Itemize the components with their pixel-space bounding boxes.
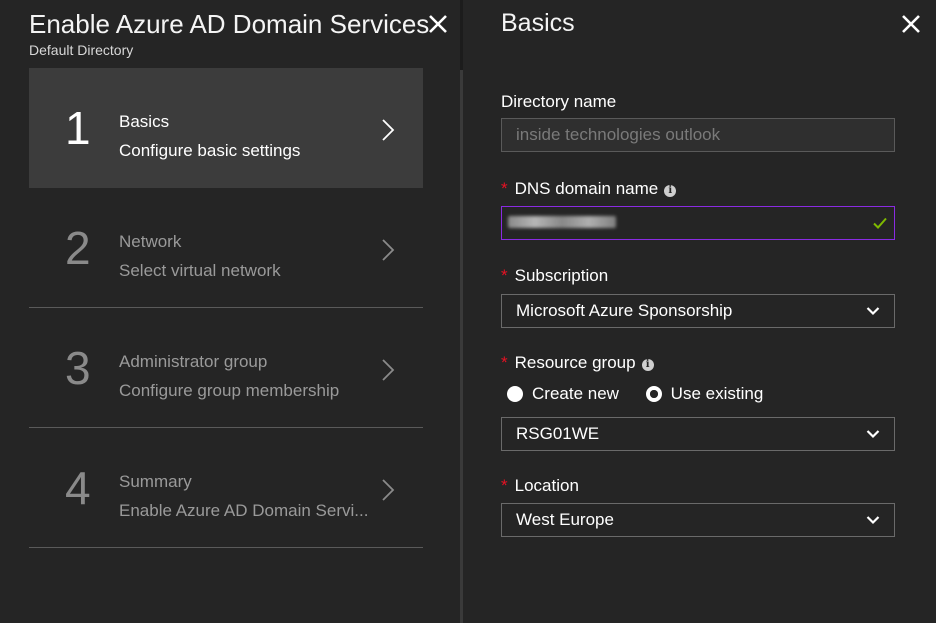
step-network[interactable]: 2 Network Select virtual network [29,188,423,308]
blade-subtitle: Default Directory [29,42,134,58]
chevron-down-icon [866,307,880,316]
required-marker: * [501,353,508,372]
dns-domain-name-label-text: DNS domain name [514,179,659,198]
step-divider [29,547,423,548]
redacted-value [508,216,616,228]
step-title: Administrator group [119,352,268,371]
info-icon[interactable]: i [664,185,677,197]
chevron-down-icon [866,516,880,525]
location-value: West Europe [516,510,614,529]
blade-title: Basics [501,9,575,37]
step-number: 1 [65,102,91,154]
chevron-down-icon [866,430,880,439]
directory-name-field: inside technologies outlook [501,118,895,152]
subscription-value: Microsoft Azure Sponsorship [516,301,733,320]
checkmark-icon [873,217,887,229]
resource-group-label: * Resource group i [501,353,654,373]
subscription-select[interactable]: Microsoft Azure Sponsorship [501,294,895,328]
info-icon[interactable]: i [641,359,654,371]
dns-domain-name-input[interactable] [501,206,895,240]
resource-group-label-text: Resource group [514,353,636,372]
close-icon[interactable] [899,12,923,36]
chevron-right-icon [381,478,395,502]
close-icon[interactable] [426,12,450,36]
radio-button[interactable] [507,386,523,402]
chevron-right-icon [381,118,395,142]
resource-group-mode: Create new Use existing [507,384,785,410]
wizard-blade: Enable Azure AD Domain Services Default … [0,0,460,623]
wizard-steps: 1 Basics Configure basic settings 2 Netw… [29,68,423,548]
step-title: Network [119,232,182,251]
step-description: Enable Azure AD Domain Servi... [119,501,369,520]
step-number: 3 [65,342,91,394]
step-administrator-group[interactable]: 3 Administrator group Configure group me… [29,308,423,428]
subscription-label-text: Subscription [514,266,609,285]
radio-use-existing[interactable]: Use existing [645,384,764,404]
radio-label: Create new [532,384,619,403]
step-description: Configure basic settings [119,141,301,160]
blade-title: Enable Azure AD Domain Services [29,9,430,39]
step-description: Select virtual network [119,261,281,280]
radio-create-new[interactable]: Create new [507,384,619,404]
radio-button-selected[interactable] [645,386,662,402]
radio-label: Use existing [670,384,764,403]
chevron-right-icon [381,358,395,382]
step-summary[interactable]: 4 Summary Enable Azure AD Domain Servi..… [29,428,423,548]
required-marker: * [501,476,508,495]
subscription-label: * Subscription [501,266,608,286]
step-number: 2 [65,222,91,274]
basics-blade: Basics Directory name inside technologie… [463,0,936,623]
resource-group-value: RSG01WE [516,424,600,443]
step-title: Summary [119,472,192,491]
chevron-right-icon [381,238,395,262]
dns-domain-name-label: * DNS domain name i [501,179,677,199]
location-label-text: Location [514,476,579,495]
step-title: Basics [119,112,170,131]
location-select[interactable]: West Europe [501,503,895,537]
location-label: * Location [501,476,579,496]
required-marker: * [501,266,508,285]
step-description: Configure group membership [119,381,340,400]
required-marker: * [501,179,508,198]
step-basics[interactable]: 1 Basics Configure basic settings [29,68,423,188]
directory-name-label: Directory name [501,92,617,111]
step-number: 4 [65,462,91,514]
resource-group-select[interactable]: RSG01WE [501,417,895,451]
